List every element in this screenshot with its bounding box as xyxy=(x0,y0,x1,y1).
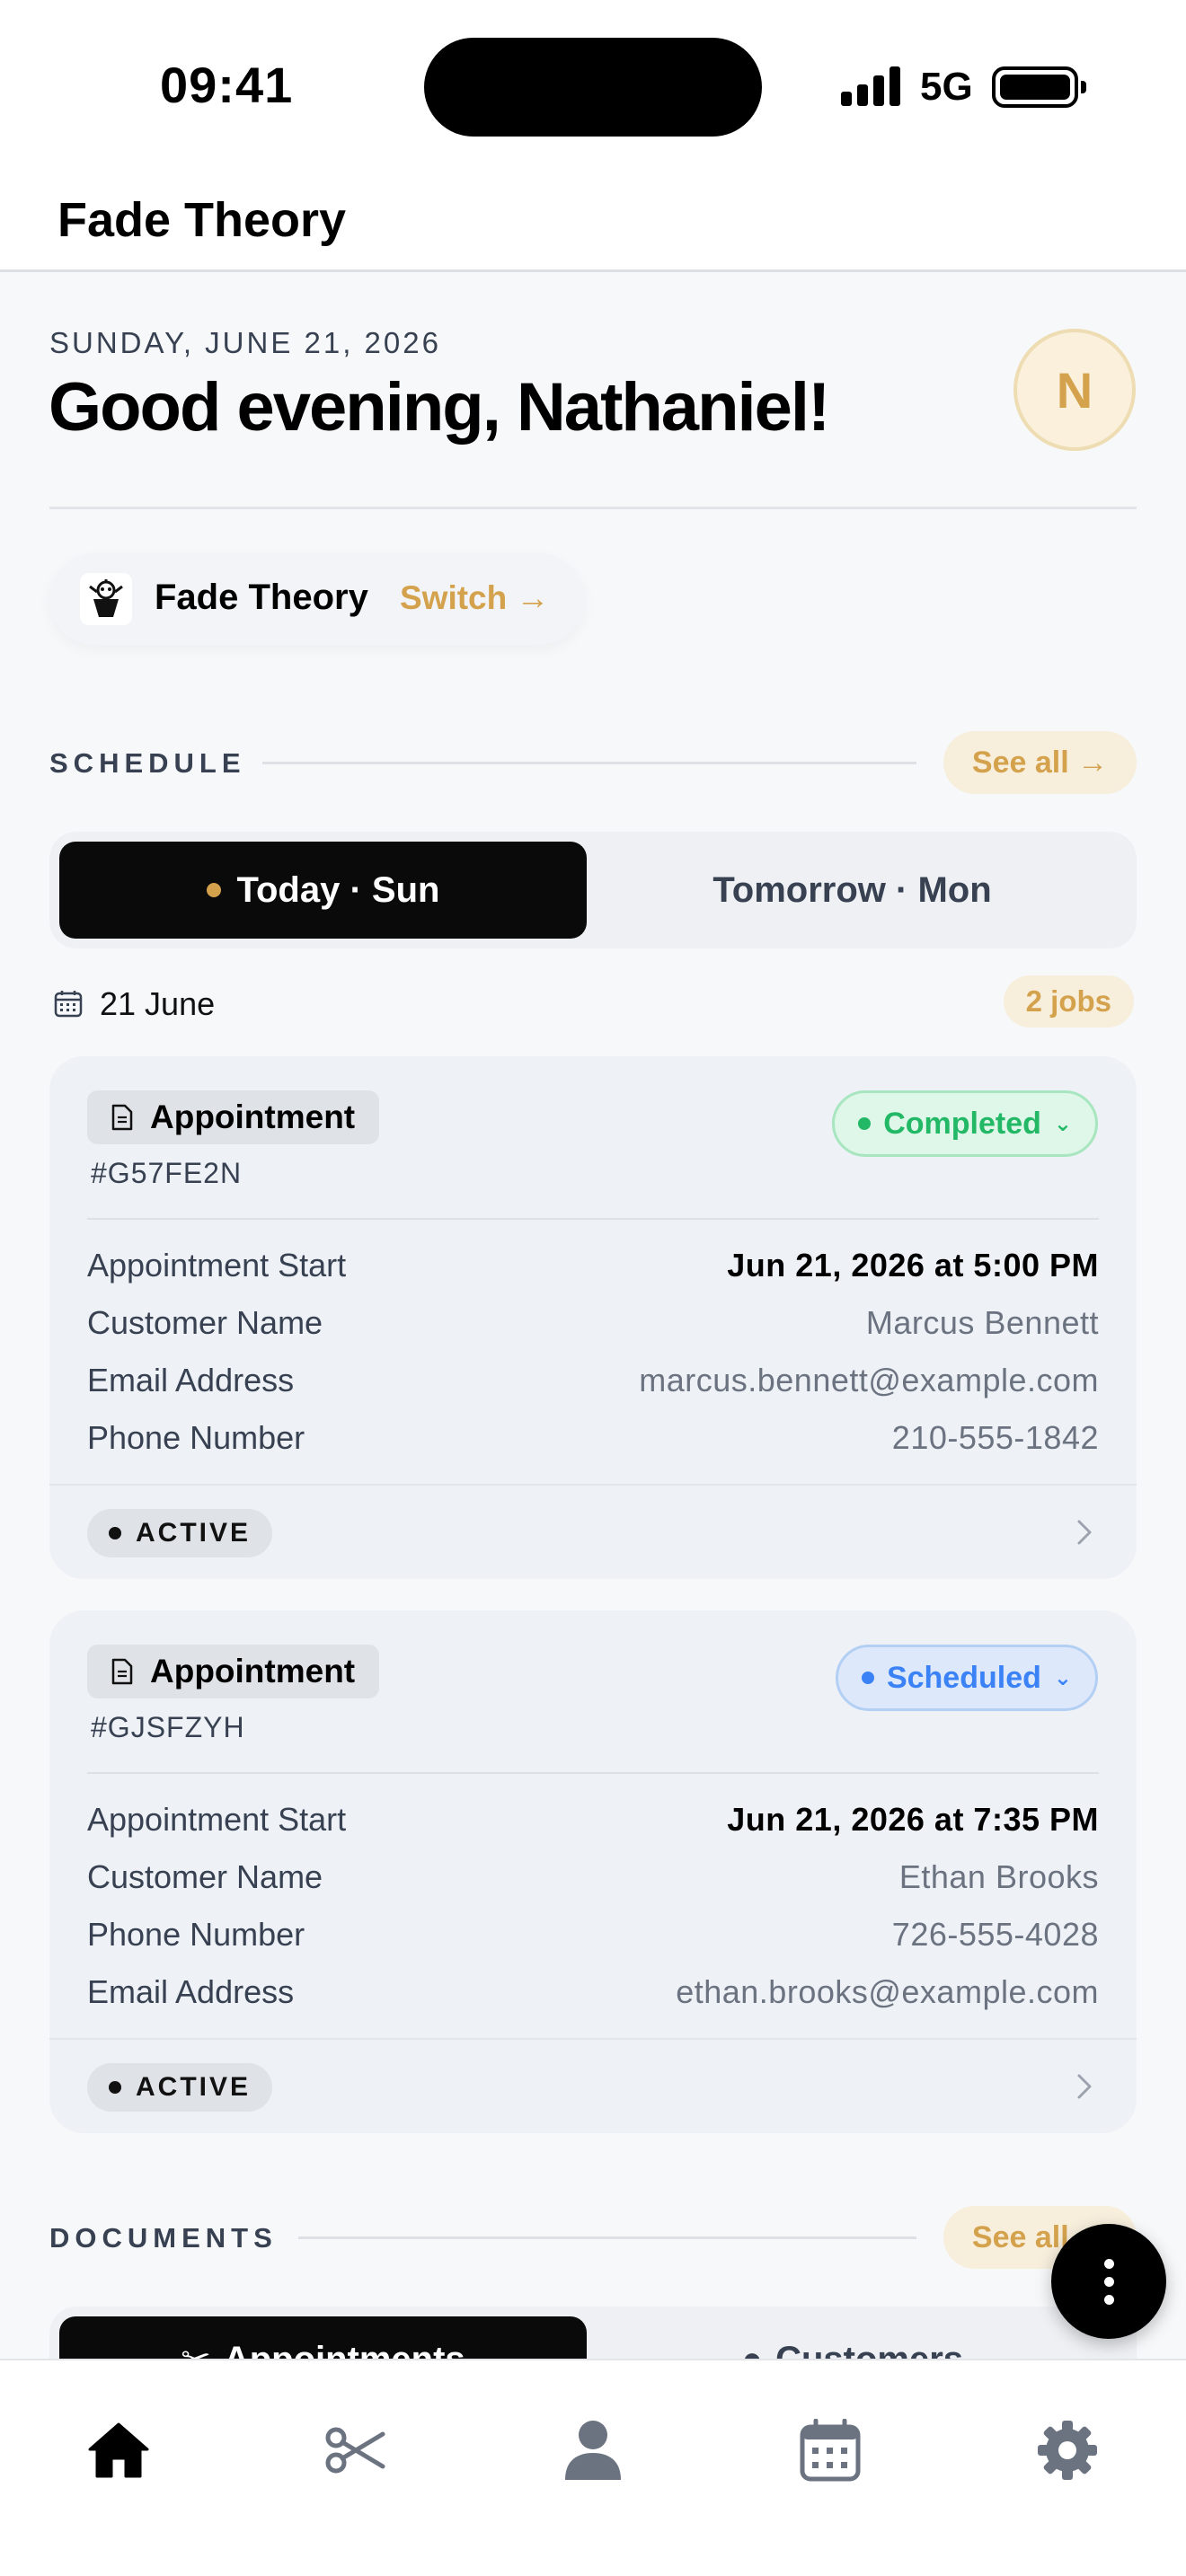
card-footer-divider xyxy=(49,2038,1137,2040)
detail-label: Customer Name xyxy=(87,1858,323,1895)
chevron-down-icon: ⌄ xyxy=(1053,1111,1072,1136)
appointment-type-label: Appointment xyxy=(150,1653,356,1689)
chevron-right-icon[interactable] xyxy=(1072,1514,1097,1550)
document-icon xyxy=(111,1658,133,1685)
schedule-section-label: SCHEDULE xyxy=(49,747,246,779)
shop-logo-mark xyxy=(89,579,123,617)
detail-label: Appointment Start xyxy=(87,1801,347,1838)
active-badge-label: ACTIVE xyxy=(136,2072,252,2102)
detail-row: Appointment Start Jun 21, 2026 at 7:35 P… xyxy=(87,1801,1099,1846)
section-divider xyxy=(262,762,916,764)
detail-value: Jun 21, 2026 at 5:00 PM xyxy=(727,1247,1099,1284)
tab-services[interactable] xyxy=(320,2414,392,2486)
documents-section-label: DOCUMENTS xyxy=(49,2222,278,2254)
detail-row: Customer Name Marcus Bennett xyxy=(87,1304,1099,1349)
more-actions-button[interactable] xyxy=(1051,2224,1166,2339)
schedule-day-tabs: Today · Sun Tomorrow · Mon xyxy=(49,832,1137,948)
appointment-card[interactable]: Appointment #G57FE2N Completed ⌄ Appoint… xyxy=(49,1056,1137,1579)
appointment-card[interactable]: Appointment #GJSFZYH Scheduled ⌄ Appoint… xyxy=(49,1610,1137,2133)
status-dot xyxy=(858,1117,872,1130)
detail-value: Marcus Bennett xyxy=(865,1304,1099,1341)
active-badge: ACTIVE xyxy=(87,2063,273,2112)
document-icon xyxy=(111,1104,133,1131)
active-dot xyxy=(109,2081,121,2094)
battery-icon xyxy=(992,66,1086,108)
card-footer-divider xyxy=(49,1484,1137,1486)
chevron-down-icon: ⌄ xyxy=(1053,1665,1072,1690)
detail-value: 726-555-4028 xyxy=(891,1916,1099,1953)
status-label: Scheduled xyxy=(886,1660,1041,1695)
detail-label: Phone Number xyxy=(87,1419,305,1456)
detail-label: Customer Name xyxy=(87,1304,323,1341)
tab-today-label: Today · Sun xyxy=(236,869,440,910)
active-badge-label: ACTIVE xyxy=(136,1518,252,1548)
detail-value: ethan.brooks@example.com xyxy=(676,1973,1099,2010)
detail-label: Appointment Start xyxy=(87,1247,347,1284)
status-dot xyxy=(861,1672,874,1684)
appointment-type-chip: Appointment xyxy=(87,1090,379,1144)
appointment-type-label: Appointment xyxy=(150,1098,356,1135)
dynamic-island xyxy=(424,38,762,137)
detail-label: Email Address xyxy=(87,1973,295,2010)
detail-value: Jun 21, 2026 at 7:35 PM xyxy=(727,1801,1099,1838)
active-badge: ACTIVE xyxy=(87,1509,273,1557)
bottom-tab-bar xyxy=(0,2359,1186,2576)
status-dropdown[interactable]: Scheduled ⌄ xyxy=(835,1645,1098,1711)
card-divider xyxy=(87,1218,1099,1220)
active-dot xyxy=(206,883,221,897)
network-label: 5G xyxy=(920,65,973,109)
shop-logo xyxy=(80,573,132,625)
section-divider xyxy=(298,2236,916,2239)
detail-row: Appointment Start Jun 21, 2026 at 5:00 P… xyxy=(87,1247,1099,1292)
person-icon xyxy=(565,2421,621,2480)
schedule-see-all-button[interactable]: See all → xyxy=(943,731,1137,794)
tab-tomorrow[interactable]: Tomorrow · Mon xyxy=(589,842,1116,939)
detail-value: marcus.bennett@example.com xyxy=(639,1362,1099,1398)
detail-row: Email Address marcus.bennett@example.com xyxy=(87,1362,1099,1407)
shop-name: Fade Theory xyxy=(155,578,368,617)
appointment-type-chip: Appointment xyxy=(87,1645,379,1698)
detail-row: Email Address ethan.brooks@example.com xyxy=(87,1973,1099,2018)
date-label: SUNDAY, JUNE 21, 2026 xyxy=(49,326,441,359)
tab-home[interactable] xyxy=(83,2414,155,2486)
detail-row: Phone Number 210-555-1842 xyxy=(87,1419,1099,1464)
status-dropdown[interactable]: Completed ⌄ xyxy=(832,1090,1098,1157)
calendar-icon xyxy=(54,991,83,1018)
detail-label: Phone Number xyxy=(87,1916,305,1953)
status-time: 09:41 xyxy=(160,57,294,113)
tab-customers-nav[interactable] xyxy=(557,2414,629,2486)
avatar[interactable]: N xyxy=(1013,329,1136,451)
detail-value: 210-555-1842 xyxy=(891,1419,1099,1456)
divider xyxy=(49,507,1137,509)
jobs-count-badge: 2 jobs xyxy=(1003,975,1134,1028)
shop-switcher[interactable]: Fade Theory Switch → xyxy=(49,553,585,645)
appointment-id: #G57FE2N xyxy=(91,1157,243,1189)
day-label: 21 June xyxy=(100,985,216,1022)
appointment-id: #GJSFZYH xyxy=(91,1711,245,1743)
more-dots-icon xyxy=(1103,2258,1114,2269)
tab-tomorrow-label: Tomorrow · Mon xyxy=(712,869,992,910)
gear-icon xyxy=(1038,2421,1097,2480)
signal-icon xyxy=(841,66,902,106)
tab-calendar[interactable] xyxy=(794,2414,866,2486)
home-icon xyxy=(88,2422,149,2478)
app-title: Fade Theory xyxy=(58,193,347,247)
scissors-icon xyxy=(325,2427,385,2474)
switch-shop-link[interactable]: Switch → xyxy=(400,579,550,617)
status-bar: 09:41 5G xyxy=(0,0,1186,171)
card-divider xyxy=(87,1772,1099,1774)
detail-value: Ethan Brooks xyxy=(898,1858,1099,1895)
tab-settings[interactable] xyxy=(1031,2414,1103,2486)
detail-label: Email Address xyxy=(87,1362,295,1398)
day-row: 21 June 2 jobs xyxy=(52,975,1134,1028)
detail-row: Phone Number 726-555-4028 xyxy=(87,1916,1099,1961)
app-header: Fade Theory xyxy=(0,171,1186,272)
greeting-title: Good evening, Nathaniel! xyxy=(49,369,830,446)
active-dot xyxy=(109,1527,121,1539)
chevron-right-icon[interactable] xyxy=(1072,2069,1097,2104)
calendar-icon xyxy=(800,2419,861,2482)
tab-today[interactable]: Today · Sun xyxy=(59,842,587,939)
detail-row: Customer Name Ethan Brooks xyxy=(87,1858,1099,1903)
status-label: Completed xyxy=(883,1106,1041,1141)
